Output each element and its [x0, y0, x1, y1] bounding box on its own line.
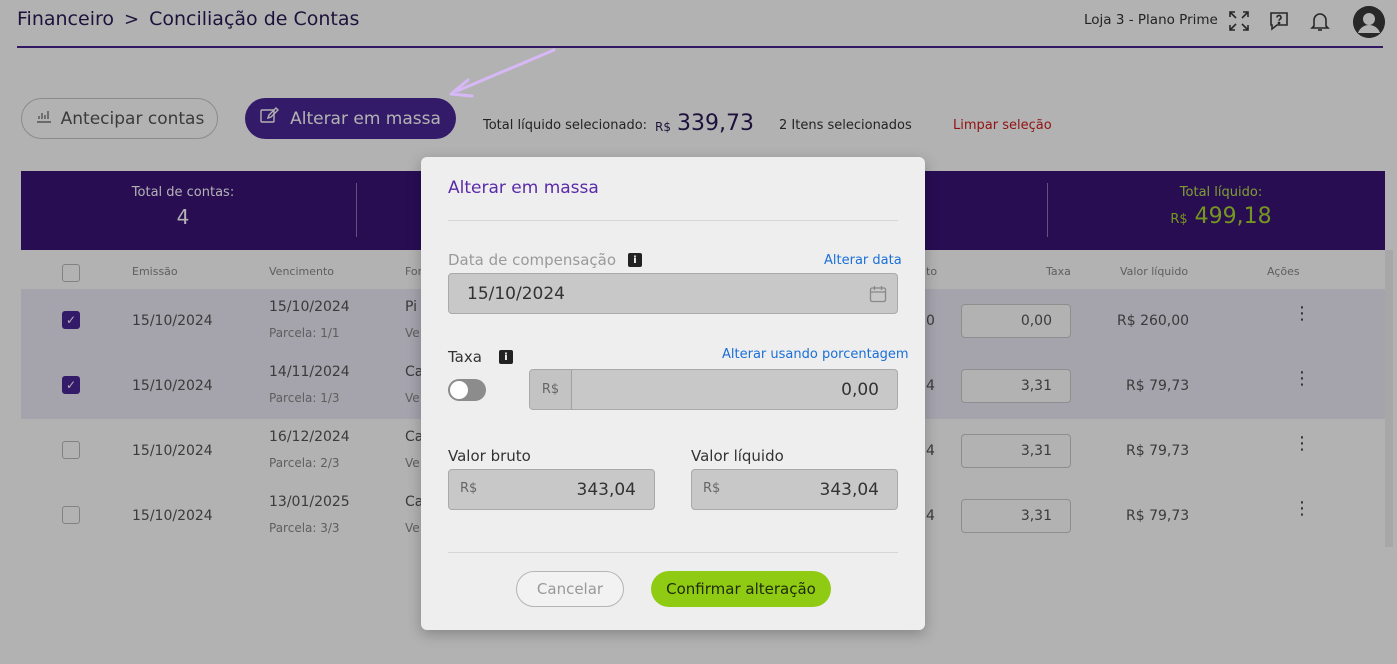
valor-liquido-currency: R$ [703, 481, 721, 496]
modal-title: Alterar em massa [448, 178, 599, 198]
valor-liquido-label: Valor líquido [691, 447, 784, 465]
info-icon[interactable]: i [628, 253, 642, 267]
data-compensacao-label: Data de compensação [448, 251, 617, 269]
alterar-data-link[interactable]: Alterar data [824, 253, 902, 268]
calendar-icon[interactable] [869, 285, 887, 307]
taxa-field[interactable]: R$ 0,00 [529, 369, 898, 410]
valor-bruto-value: 343,04 [576, 480, 636, 500]
cancel-button[interactable]: Cancelar [516, 571, 624, 607]
toggle-knob [450, 381, 468, 399]
alterar-porcentagem-link[interactable]: Alterar usando porcentagem [722, 347, 909, 362]
taxa-currency-prefix: R$ [530, 370, 572, 409]
taxa-value: 0,00 [841, 380, 879, 400]
valor-bruto-label: Valor bruto [448, 447, 531, 465]
taxa-toggle[interactable] [448, 379, 486, 401]
alterar-em-massa-modal: Alterar em massa Data de compensação i A… [421, 157, 925, 630]
info-icon[interactable]: i [499, 350, 513, 364]
valor-bruto-field: R$ 343,04 [448, 469, 655, 510]
modal-divider [448, 220, 898, 221]
valor-bruto-currency: R$ [460, 481, 478, 496]
taxa-label: Taxa [448, 348, 482, 366]
valor-liquido-field: R$ 343,04 [691, 469, 898, 510]
data-compensacao-field[interactable]: 15/10/2024 [448, 273, 898, 314]
modal-divider [448, 552, 898, 553]
valor-liquido-value: 343,04 [819, 480, 879, 500]
data-compensacao-value: 15/10/2024 [467, 284, 565, 304]
confirm-button[interactable]: Confirmar alteração [651, 571, 831, 607]
